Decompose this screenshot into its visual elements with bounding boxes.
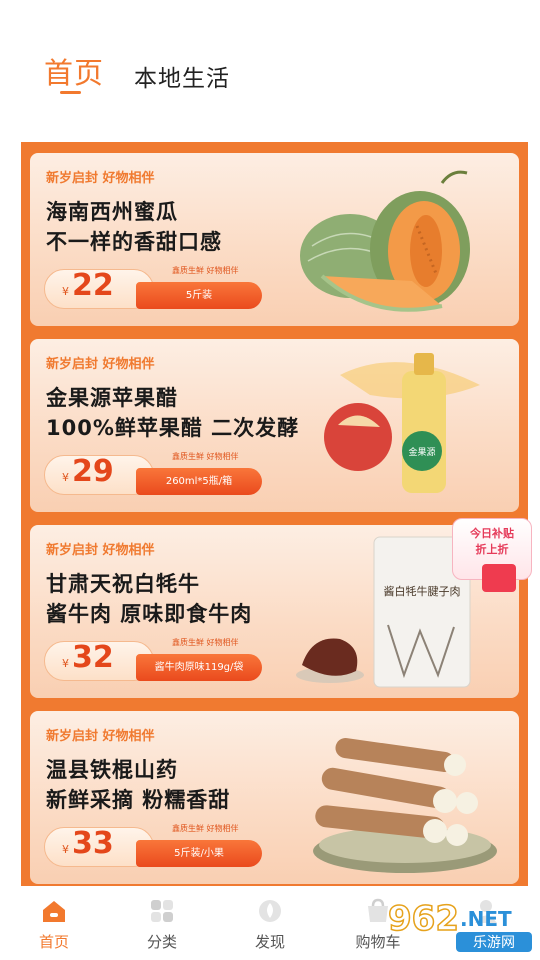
price-bar[interactable]: ¥ 33 鑫质生鲜 好物相伴 5斤装/小果 bbox=[44, 823, 262, 869]
yam-image bbox=[313, 738, 497, 873]
tab-local-life[interactable]: 本地生活 bbox=[134, 59, 230, 93]
watermark-number: 962 bbox=[388, 899, 459, 939]
card-tag: 新岁启封 好物相伴 bbox=[46, 171, 155, 186]
nav-label: 分类 bbox=[146, 933, 177, 951]
price-bar[interactable]: ¥ 22 鑫质生鲜 好物相伴 5斤装 bbox=[44, 265, 262, 311]
nav-label: 首页 bbox=[38, 933, 69, 951]
spec-button[interactable]: 5斤装/小果 bbox=[136, 840, 262, 867]
currency-symbol: ¥ bbox=[62, 285, 69, 298]
cantaloupe-image bbox=[300, 170, 470, 312]
package-label: 酱白牦牛腱子肉 bbox=[384, 584, 461, 598]
price-bar[interactable]: ¥ 32 鑫质生鲜 好物相伴 酱牛肉原味119g/袋 bbox=[44, 637, 262, 683]
subsidy-badge[interactable]: 今日补贴 折上折 bbox=[452, 518, 534, 600]
bottle-label: 金果源 bbox=[408, 446, 435, 458]
card-title: 温县铁棍山药 新鲜采摘 粉糯香甜 bbox=[46, 758, 231, 812]
nav-label: 发现 bbox=[254, 933, 285, 951]
card-tag: 新岁启封 好物相伴 bbox=[46, 729, 155, 744]
card-title: 海南西州蜜瓜 不一样的香甜口感 bbox=[46, 200, 222, 254]
product-feed[interactable]: 新岁启封 好物相伴 海南西州蜜瓜 不一样的香甜口感 ¥ 22 鑫质生鲜 好物相伴… bbox=[21, 142, 528, 886]
price-value: 33 bbox=[72, 826, 114, 861]
site-watermark: 962 .NET 乐游网 bbox=[387, 898, 532, 952]
product-card-vinegar[interactable]: 新岁启封 好物相伴 金果源苹果醋 100%鲜苹果醋 二次发酵 ¥ 29 鑫质生鲜… bbox=[30, 339, 519, 512]
watermark-domain: .NET bbox=[460, 907, 512, 931]
product-card-yam[interactable]: 新岁启封 好物相伴 温县铁棍山药 新鲜采摘 粉糯香甜 ¥ 33 鑫质生鲜 好物相… bbox=[30, 711, 519, 884]
currency-symbol: ¥ bbox=[62, 471, 69, 484]
spec-button[interactable]: 酱牛肉原味119g/袋 bbox=[136, 654, 262, 681]
price-value: 29 bbox=[72, 454, 114, 489]
tab-home[interactable]: 首页 bbox=[44, 50, 104, 92]
price-value: 22 bbox=[72, 268, 114, 303]
watermark-site-name: 乐游网 bbox=[473, 935, 515, 951]
spec-button[interactable]: 260ml*5瓶/箱 bbox=[136, 468, 262, 495]
card-title: 甘肃天祝白牦牛 酱牛肉 原味即食牛肉 bbox=[46, 572, 253, 626]
product-card-beef[interactable]: 新岁启封 好物相伴 甘肃天祝白牦牛 酱牛肉 原味即食牛肉 ¥ 32 鑫质生鲜 好… bbox=[30, 525, 519, 698]
spec-button[interactable]: 5斤装 bbox=[136, 282, 262, 309]
home-icon bbox=[43, 901, 65, 922]
nav-home[interactable]: 首页 bbox=[0, 886, 108, 960]
price-slogan: 鑫质生鲜 好物相伴 bbox=[172, 452, 239, 461]
apple-vinegar-image: 金果源 bbox=[324, 353, 480, 493]
currency-symbol: ¥ bbox=[62, 843, 69, 856]
discover-icon bbox=[259, 900, 281, 922]
card-tag: 新岁启封 好物相伴 bbox=[46, 543, 155, 558]
price-slogan: 鑫质生鲜 好物相伴 bbox=[172, 638, 239, 647]
price-bar[interactable]: ¥ 29 鑫质生鲜 好物相伴 260ml*5瓶/箱 bbox=[44, 451, 262, 497]
card-tag: 新岁启封 好物相伴 bbox=[46, 357, 155, 372]
currency-symbol: ¥ bbox=[62, 657, 69, 670]
card-title: 金果源苹果醋 100%鲜苹果醋 二次发酵 bbox=[46, 386, 300, 440]
price-value: 32 bbox=[72, 640, 114, 675]
tab-home-indicator bbox=[60, 91, 81, 94]
badge-text: 今日补贴 折上折 bbox=[470, 527, 514, 556]
product-card-melon[interactable]: 新岁启封 好物相伴 海南西州蜜瓜 不一样的香甜口感 ¥ 22 鑫质生鲜 好物相伴… bbox=[30, 153, 519, 326]
nav-discover[interactable]: 发现 bbox=[216, 886, 324, 960]
nav-category[interactable]: 分类 bbox=[108, 886, 216, 960]
red-envelope-icon bbox=[482, 564, 516, 592]
price-slogan: 鑫质生鲜 好物相伴 bbox=[172, 266, 239, 275]
category-icon bbox=[151, 900, 173, 922]
price-slogan: 鑫质生鲜 好物相伴 bbox=[172, 824, 239, 833]
top-header: 首页 本地生活 bbox=[0, 0, 540, 142]
